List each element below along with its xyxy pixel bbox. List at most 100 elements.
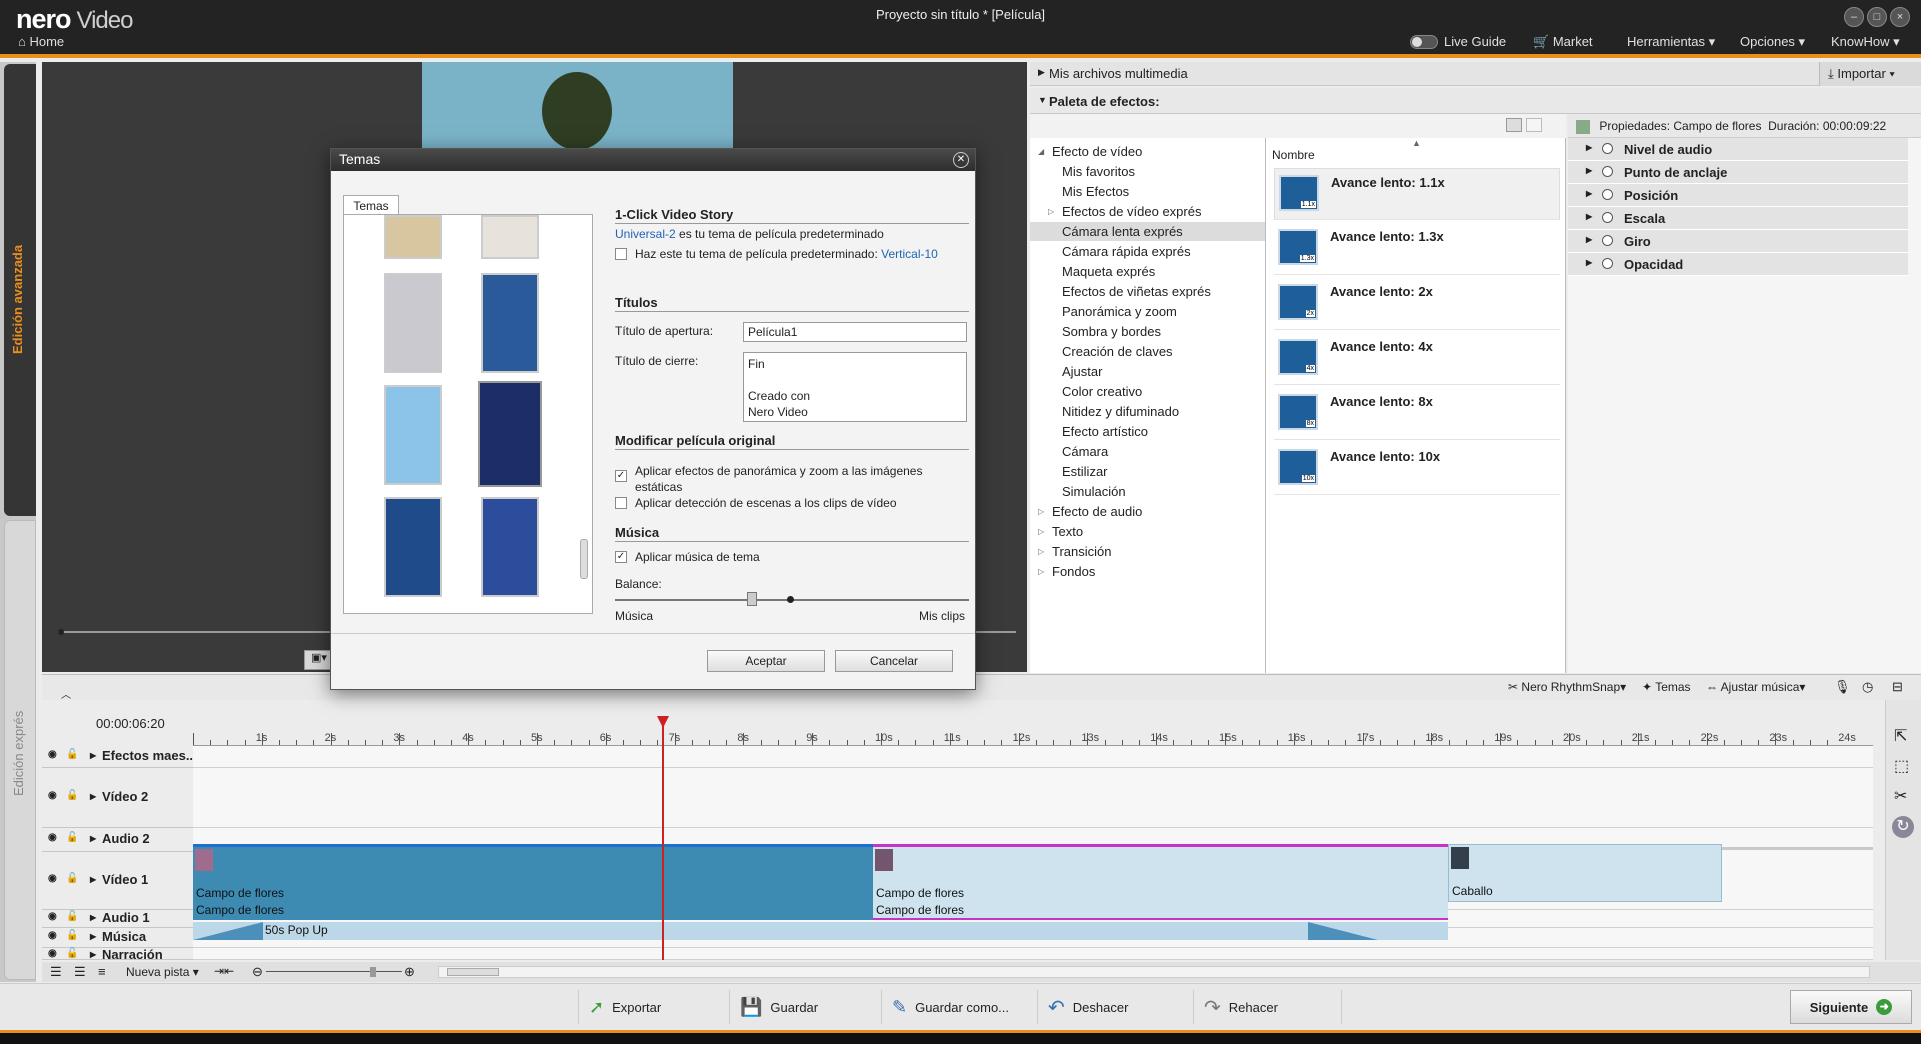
loop-icon[interactable]: ↻ [1892, 816, 1914, 838]
default-theme-link[interactable]: Universal-2 [615, 227, 676, 241]
accept-button[interactable]: Aceptar [707, 650, 825, 672]
collapse-tracks-icon[interactable]: ☰ [50, 964, 62, 980]
effect-item[interactable]: 10x Avance lento: 10x [1274, 443, 1560, 495]
redo-button[interactable]: ↷ Rehacer [1194, 990, 1342, 1024]
knowhow-menu[interactable]: KnowHow ▾ [1831, 34, 1900, 50]
tree-item[interactable]: Cámara [1030, 442, 1265, 461]
keyframe-toggle-icon[interactable] [1602, 143, 1613, 154]
expand-arrow-icon[interactable]: ▶ [90, 792, 96, 801]
eye-icon[interactable]: ◉ [48, 832, 57, 843]
tree-item[interactable]: Ajustar [1030, 362, 1265, 381]
rhythmsnap-button[interactable]: ✂ Nero RhythmSnap▾ [1508, 680, 1626, 694]
property-row[interactable]: ▶ Posición [1568, 184, 1908, 207]
tree-item[interactable]: Efectos de viñetas exprés [1030, 282, 1265, 301]
list-view-icon[interactable] [1526, 118, 1542, 132]
track-area[interactable]: Campo de flores Campo de flores Caballo … [193, 746, 1873, 960]
zoom-out-icon[interactable]: ⊖ [252, 964, 263, 980]
next-button[interactable]: Siguiente ➜ [1790, 990, 1912, 1024]
save-as-button[interactable]: ✎ Guardar como... [882, 990, 1038, 1024]
track-menu-icon[interactable]: ≡ [98, 964, 106, 979]
timer-icon[interactable]: ◷ [1862, 679, 1873, 695]
lock-icon[interactable]: 🔓 [66, 930, 78, 941]
timeline-horizontal-scrollbar[interactable] [438, 966, 1870, 978]
tree-item[interactable]: ▷ Texto [1030, 522, 1265, 541]
maximize-button[interactable]: □ [1867, 7, 1887, 27]
keyframe-toggle-icon[interactable] [1602, 166, 1613, 177]
expand-arrow-icon[interactable]: ▶ [90, 950, 96, 959]
tree-item[interactable]: ▷ Fondos [1030, 562, 1265, 581]
effect-item[interactable]: 2x Avance lento: 2x [1274, 278, 1560, 330]
track-header[interactable]: ◉ 🔓 ▶ Narración [42, 947, 193, 962]
track-header[interactable]: ◉ 🔓 ▶ Música [42, 928, 193, 948]
eye-icon[interactable]: ◉ [48, 749, 57, 760]
expand-arrow-icon[interactable]: ▶ [90, 751, 96, 760]
track-header[interactable]: ◉ 🔓 ▶ Audio 2 [42, 828, 193, 852]
tree-item[interactable]: Mis Efectos [1030, 182, 1265, 201]
closing-title-textarea[interactable]: Fin Creado con Nero Video [743, 352, 967, 422]
track-header[interactable]: ◉ 🔓 ▶ Vídeo 2 [42, 768, 193, 828]
theme-thumbnail[interactable] [481, 497, 539, 597]
tree-item[interactable]: Mis favoritos [1030, 162, 1265, 181]
expand-arrow-icon[interactable]: ▶ [90, 834, 96, 843]
options-menu[interactable]: Opciones ▾ [1740, 34, 1805, 50]
expand-arrow-icon[interactable]: ▶ [90, 913, 96, 922]
lock-icon[interactable]: 🔓 [66, 911, 78, 922]
tree-item[interactable]: Cámara lenta exprés [1030, 222, 1265, 241]
dialog-close-icon[interactable]: ✕ [953, 152, 969, 168]
clip-video1-campo-2[interactable]: Campo de flores [873, 844, 1448, 902]
property-row[interactable]: ▶ Opacidad [1568, 253, 1908, 276]
media-files-bar[interactable]: ▶ Mis archivos multimedia ⤓ Importar ▾ [1030, 62, 1921, 86]
expand-arrow-icon[interactable]: ▶ [90, 932, 96, 941]
cancel-button[interactable]: Cancelar [835, 650, 953, 672]
time-ruler[interactable]: 1s 2s 3s 4s 5s 6s 7s 8s 9s 10s 11s 12s 13s 14s 15s 16s 1… [193, 718, 1873, 746]
tree-item[interactable]: ▷ Transición [1030, 542, 1265, 561]
tree-item[interactable]: Maqueta exprés [1030, 262, 1265, 281]
effect-item[interactable]: 8x Avance lento: 8x [1274, 388, 1560, 440]
zoom-in-icon[interactable]: ⊕ [404, 964, 415, 980]
tab-advanced-editing[interactable]: Edición avanzada [4, 64, 36, 516]
eye-icon[interactable]: ◉ [48, 948, 57, 959]
clip-music-50s-pop-up[interactable]: 50s Pop Up [193, 922, 1448, 940]
property-row[interactable]: ▶ Punto de anclaje [1568, 161, 1908, 184]
expand-arrow-icon[interactable]: ▷ [1048, 207, 1054, 216]
theme-thumbnail[interactable] [384, 215, 442, 259]
collapse-arrow-icon[interactable]: ◢ [1038, 147, 1044, 156]
undo-button[interactable]: ↶ Deshacer [1038, 990, 1194, 1024]
playhead[interactable] [662, 716, 664, 960]
tree-item[interactable]: Cámara rápida exprés [1030, 242, 1265, 261]
property-row[interactable]: ▶ Giro [1568, 230, 1908, 253]
property-row[interactable]: ▶ Escala [1568, 207, 1908, 230]
effect-item[interactable]: 1.3x Avance lento: 1.3x [1274, 223, 1560, 275]
tree-item[interactable]: ▷ Efectos de vídeo exprés [1030, 202, 1265, 221]
clip-video1-campo-1[interactable]: Campo de flores [193, 844, 873, 902]
expand-arrow-icon[interactable]: ▷ [1038, 547, 1044, 556]
zoom-slider[interactable] [266, 971, 402, 972]
eye-icon[interactable]: ◉ [48, 873, 57, 884]
tree-item[interactable]: Simulación [1030, 482, 1265, 501]
lane-video-2[interactable] [193, 768, 1873, 828]
export-button[interactable]: ➚ Exportar [578, 990, 730, 1024]
minimize-button[interactable]: – [1844, 7, 1864, 27]
eye-icon[interactable]: ◉ [48, 911, 57, 922]
keyframe-toggle-icon[interactable] [1602, 235, 1613, 246]
tab-express-editing[interactable]: Edición exprés [4, 520, 36, 980]
lock-icon[interactable]: 🔓 [66, 790, 78, 801]
make-default-checkbox[interactable] [615, 248, 627, 260]
microphone-icon[interactable]: 🎙 [1834, 679, 1851, 695]
close-button[interactable]: × [1890, 7, 1910, 27]
theme-thumbnail[interactable] [481, 273, 539, 373]
zoom-slider-thumb[interactable] [370, 967, 376, 977]
lane-narration[interactable] [193, 948, 1873, 960]
effect-item[interactable]: 1.1x Avance lento: 1.1x [1274, 168, 1560, 220]
tree-item[interactable]: Efecto artístico [1030, 422, 1265, 441]
effect-item[interactable]: 4x Avance lento: 4x [1274, 333, 1560, 385]
theme-thumbnail[interactable] [384, 385, 442, 485]
export-timeline-icon[interactable]: ⊟ [1892, 679, 1903, 695]
lock-icon[interactable]: 🔓 [66, 749, 78, 760]
tree-item[interactable]: ▷ Efecto de audio [1030, 502, 1265, 521]
property-row[interactable]: ▶ Nivel de audio [1568, 138, 1908, 161]
tab-themes[interactable]: Temas [343, 195, 399, 215]
lock-icon[interactable]: 🔓 [66, 948, 78, 959]
expand-tracks-icon[interactable]: ☰ [74, 964, 86, 980]
scene-detect-checkbox[interactable] [615, 497, 627, 509]
